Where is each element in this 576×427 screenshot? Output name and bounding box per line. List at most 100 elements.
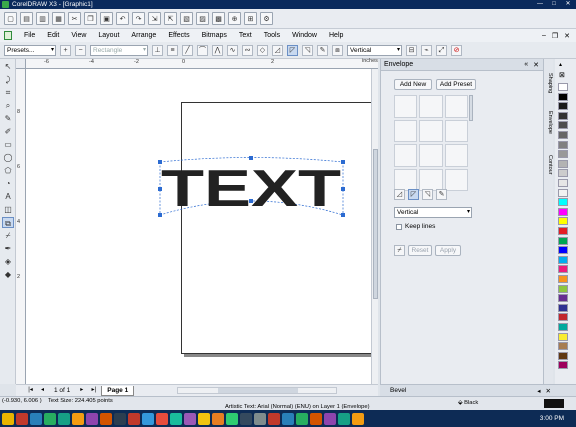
rectangle-tool-icon[interactable]: ▭ [2, 139, 14, 150]
preset-cell[interactable] [419, 119, 443, 142]
symmetrical-node-icon[interactable]: ∾ [242, 44, 253, 56]
cut-icon[interactable]: ✂ [68, 12, 81, 25]
add-preset-icon[interactable]: + [60, 44, 71, 56]
cusp-node-icon[interactable]: ⋀ [212, 44, 223, 56]
to-line-icon[interactable]: ╱ [182, 44, 193, 56]
to-curve-icon[interactable]: ⌒ [197, 44, 208, 56]
no-color-icon[interactable]: ⊠ [559, 71, 565, 79]
shape-tool-icon[interactable]: ⤸ [2, 74, 14, 85]
paste-icon[interactable]: ▣ [100, 12, 113, 25]
options-icon[interactable]: ⚙ [260, 12, 273, 25]
mapping-mode-dropdown[interactable]: Vertical [347, 44, 402, 56]
next-page-icon[interactable]: ▸ [77, 386, 86, 395]
palette-swatch[interactable] [558, 169, 568, 178]
docker-double-arc-icon[interactable]: ◹ [422, 189, 433, 200]
snap-icon[interactable]: ⊞ [244, 12, 257, 25]
corel-online-icon[interactable]: ▩ [212, 12, 225, 25]
single-arc-mode-icon[interactable]: ◿ [272, 44, 283, 56]
taskbar-app-icon[interactable] [324, 412, 336, 425]
docker-straight-line-icon[interactable]: ◿ [394, 189, 405, 200]
straight-line-mode-icon[interactable]: ◇ [257, 44, 268, 56]
drawing-canvas[interactable]: TEXT [26, 69, 371, 384]
doc-restore-icon[interactable]: ❐ [552, 32, 558, 40]
vertical-ruler[interactable]: 8 6 4 2 [16, 69, 26, 384]
envelope-preview-grid[interactable] [394, 95, 468, 191]
print-icon[interactable]: ▦ [52, 12, 65, 25]
taskbar-app-icon[interactable] [72, 412, 84, 425]
taskbar-app-icon[interactable] [198, 412, 210, 425]
taskbar-app-icon[interactable] [338, 412, 350, 425]
redo-icon[interactable]: ↷ [132, 12, 145, 25]
keep-lines-checkbox[interactable] [396, 223, 402, 230]
menu-file[interactable]: File [18, 29, 41, 42]
tab-contour[interactable]: Contour [545, 155, 553, 175]
taskbar-app-icon[interactable] [212, 412, 224, 425]
smart-fill-tool-icon[interactable]: ✐ [2, 126, 14, 137]
palette-swatch[interactable] [558, 361, 568, 370]
palette-swatch[interactable] [558, 313, 568, 322]
start-button-icon[interactable] [2, 412, 14, 425]
create-envelope-from-icon[interactable]: ⤢ [436, 44, 447, 56]
palette-swatch[interactable] [558, 275, 568, 283]
interactive-fill-tool-icon[interactable]: ◆ [2, 269, 14, 280]
palette-swatch[interactable] [558, 217, 568, 226]
preset-cell[interactable] [444, 119, 468, 142]
envelope-node[interactable] [249, 156, 253, 160]
eyedropper-tool-icon[interactable]: ⌿ [2, 230, 14, 241]
envelope-node[interactable] [341, 213, 345, 217]
new-document-icon[interactable]: ▢ [4, 12, 17, 25]
palette-swatch[interactable] [558, 284, 568, 293]
palette-swatch[interactable] [558, 83, 568, 91]
palette-swatch[interactable] [558, 303, 568, 312]
prev-page-icon[interactable]: ◂ [38, 386, 47, 395]
envelope-text-object[interactable]: TEXT [26, 69, 371, 384]
taskbar-app-icon[interactable] [254, 412, 266, 425]
taskbar-clock[interactable]: 3:00 PM [540, 415, 576, 422]
scroll-thumb[interactable] [218, 388, 299, 393]
palette-swatch[interactable] [558, 121, 568, 130]
menu-tools[interactable]: Tools [258, 29, 286, 42]
add-node-icon[interactable]: ⊥ [152, 44, 163, 56]
taskbar-app-icon[interactable] [352, 412, 364, 425]
taskbar-app-icon[interactable] [44, 412, 56, 425]
pick-tool-icon[interactable]: ↖ [2, 61, 14, 72]
palette-swatch[interactable] [558, 351, 568, 360]
preset-cell[interactable] [419, 168, 443, 191]
maximize-icon[interactable]: □ [548, 0, 560, 8]
docker-eyedropper-icon[interactable]: ⌿ [394, 245, 405, 256]
docker-scroll-icon[interactable]: « [524, 61, 528, 69]
tab-shaping[interactable]: Shaping [545, 73, 553, 93]
application-launcher-icon[interactable]: ▧ [180, 12, 193, 25]
preset-cell[interactable] [444, 168, 468, 191]
doc-minimize-icon[interactable]: – [542, 32, 546, 40]
remove-preset-icon[interactable]: − [75, 44, 86, 56]
vertical-scrollbar[interactable] [371, 69, 378, 384]
taskbar-app-icon[interactable] [282, 412, 294, 425]
preset-cell[interactable] [419, 144, 443, 167]
horizontal-ruler[interactable]: -6 -4 -2 0 2 inches [26, 58, 378, 69]
smooth-node-icon[interactable]: ∿ [227, 44, 238, 56]
menu-effects[interactable]: Effects [162, 29, 195, 42]
clear-envelope-icon[interactable]: ⊘ [451, 44, 462, 56]
copy-icon[interactable]: ❐ [84, 12, 97, 25]
palette-swatch[interactable] [558, 131, 568, 139]
palette-swatch[interactable] [558, 236, 568, 245]
polygon-tool-icon[interactable]: ⬠ [2, 165, 14, 176]
taskbar-app-icon[interactable] [16, 412, 28, 425]
unconstrained-mode-icon[interactable]: ◹ [302, 44, 313, 56]
palette-swatch[interactable] [558, 150, 568, 159]
docker-unconstrained-icon[interactable]: ✎ [436, 189, 447, 200]
taskbar-app-icon[interactable] [240, 412, 252, 425]
close-icon[interactable]: ✕ [562, 0, 574, 8]
add-preset-button[interactable]: Add Preset [436, 79, 476, 90]
palette-swatch[interactable] [558, 159, 568, 168]
bevel-close-icon[interactable]: ✕ [546, 387, 551, 395]
keep-lines-icon[interactable]: ⊟ [406, 44, 417, 56]
zoom-level-icon[interactable]: ⊕ [228, 12, 241, 25]
reset-button[interactable]: Reset [408, 245, 432, 256]
taskbar-app-icon[interactable] [142, 412, 154, 425]
zoom-tool-icon[interactable]: ⌕ [2, 100, 14, 111]
palette-swatch[interactable] [558, 198, 568, 207]
bevel-expand-icon[interactable]: ◂ [537, 387, 540, 395]
scroll-thumb[interactable] [373, 149, 378, 299]
